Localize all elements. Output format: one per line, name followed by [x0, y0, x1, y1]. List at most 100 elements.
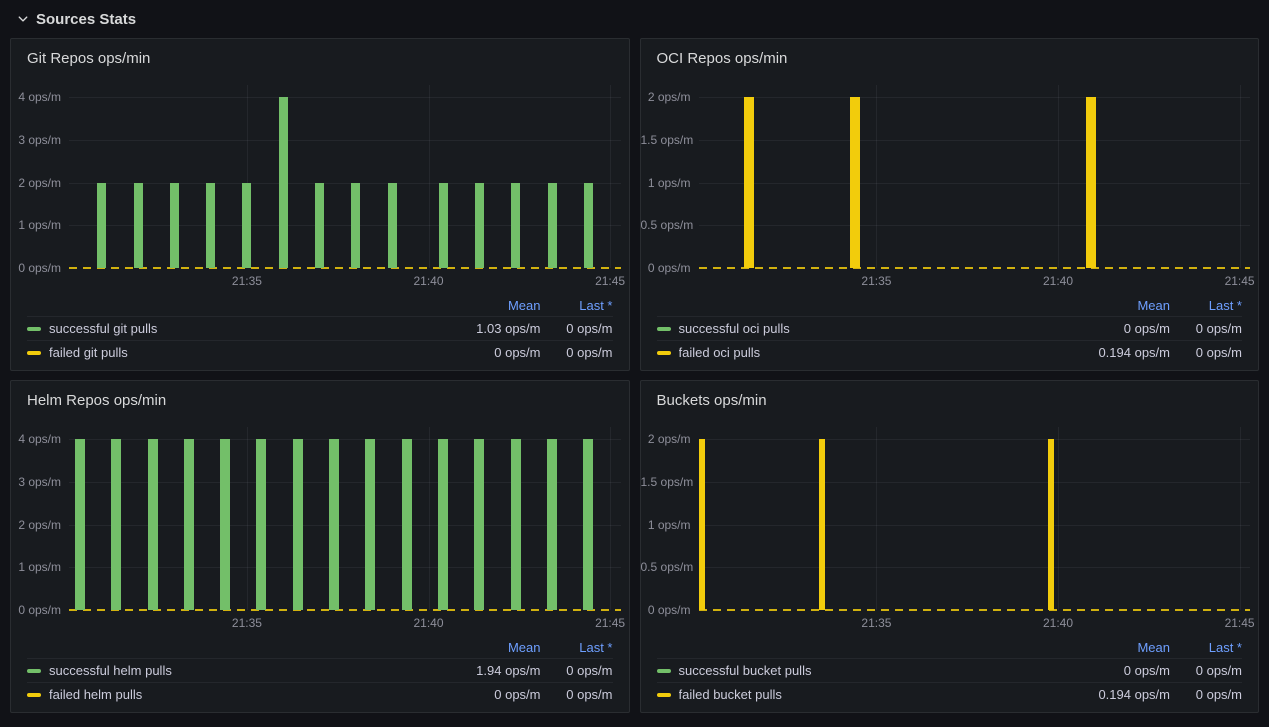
- y-axis-tick-label: 0 ops/m: [641, 260, 691, 276]
- series-color-icon: [657, 669, 671, 673]
- gridline: [610, 85, 611, 268]
- gridline: [699, 525, 1251, 526]
- panel-title[interactable]: OCI Repos ops/min: [641, 39, 1259, 77]
- series-name: successful oci pulls: [679, 321, 790, 336]
- legend-header: Mean Last *: [27, 636, 613, 658]
- gridline: [699, 140, 1251, 141]
- time-series-chart: 0 ops/m1 ops/m2 ops/m3 ops/m4 ops/m21:35…: [11, 77, 629, 294]
- legend-row: failed oci pulls 0.194 ops/m 0 ops/m: [657, 340, 1243, 364]
- row-toggle-sources-stats[interactable]: Sources Stats: [0, 0, 1269, 38]
- x-axis-tick-label: 21:35: [861, 616, 891, 630]
- bar: [438, 439, 448, 610]
- legend-sort-mean[interactable]: Mean: [1060, 298, 1170, 313]
- legend-series-toggle[interactable]: failed oci pulls: [657, 345, 1061, 360]
- bar: [242, 183, 251, 269]
- bar: [474, 439, 484, 610]
- gridline: [69, 225, 621, 226]
- series-last-value: 0 ops/m: [541, 663, 613, 678]
- bar: [850, 97, 860, 268]
- legend-sort-last[interactable]: Last *: [541, 640, 613, 655]
- legend-series-toggle[interactable]: failed git pulls: [27, 345, 431, 360]
- series-mean-value: 1.03 ops/m: [431, 321, 541, 336]
- series-mean-value: 0.194 ops/m: [1060, 345, 1170, 360]
- panel-title[interactable]: Buckets ops/min: [641, 381, 1259, 419]
- bar: [351, 183, 360, 269]
- plot-area[interactable]: [699, 85, 1251, 268]
- bar: [148, 439, 158, 610]
- y-axis-tick-label: 1.5 ops/m: [641, 474, 691, 490]
- gridline: [876, 85, 877, 268]
- y-axis-tick-label: 1 ops/m: [11, 559, 61, 575]
- legend-sort-mean[interactable]: Mean: [431, 640, 541, 655]
- panel-title[interactable]: Git Repos ops/min: [11, 39, 629, 77]
- gridline: [1240, 85, 1241, 268]
- series-color-icon: [27, 351, 41, 355]
- legend-sort-mean[interactable]: Mean: [1060, 640, 1170, 655]
- legend-row: failed bucket pulls 0.194 ops/m 0 ops/m: [657, 682, 1243, 706]
- bar: [1086, 97, 1096, 268]
- legend: Mean Last * successful oci pulls 0 ops/m…: [641, 294, 1259, 370]
- gridline: [699, 225, 1251, 226]
- legend-header: Mean Last *: [657, 636, 1243, 658]
- time-series-chart: 0 ops/m0.5 ops/m1 ops/m1.5 ops/m2 ops/m2…: [641, 77, 1259, 294]
- series-mean-value: 0 ops/m: [431, 687, 541, 702]
- legend-series-toggle[interactable]: successful oci pulls: [657, 321, 1061, 336]
- plot-area[interactable]: [69, 85, 621, 268]
- series-mean-value: 0.194 ops/m: [1060, 687, 1170, 702]
- legend: Mean Last * successful bucket pulls 0 op…: [641, 636, 1259, 712]
- x-axis-tick-label: 21:45: [1225, 616, 1255, 630]
- legend: Mean Last * successful helm pulls 1.94 o…: [11, 636, 629, 712]
- time-series-chart: 0 ops/m1 ops/m2 ops/m3 ops/m4 ops/m21:35…: [11, 419, 629, 636]
- y-axis-tick-label: 0 ops/m: [11, 260, 61, 276]
- series-last-value: 0 ops/m: [541, 321, 613, 336]
- zero-value-dashed-line: [699, 267, 1251, 269]
- legend-series-toggle[interactable]: failed bucket pulls: [657, 687, 1061, 702]
- bar: [279, 97, 288, 268]
- bar: [75, 439, 85, 610]
- bar: [256, 439, 266, 610]
- plot-area[interactable]: [69, 427, 621, 610]
- series-last-value: 0 ops/m: [541, 345, 613, 360]
- y-axis-tick-label: 3 ops/m: [11, 474, 61, 490]
- x-axis-tick-label: 21:35: [232, 274, 262, 288]
- series-mean-value: 0 ops/m: [1060, 663, 1170, 678]
- y-axis-tick-label: 4 ops/m: [11, 89, 61, 105]
- plot-area[interactable]: [699, 427, 1251, 610]
- bar: [170, 183, 179, 269]
- legend-sort-last[interactable]: Last *: [1170, 298, 1242, 313]
- panel-helm-repos: Helm Repos ops/min 0 ops/m1 ops/m2 ops/m…: [10, 380, 630, 713]
- panel-title[interactable]: Helm Repos ops/min: [11, 381, 629, 419]
- bar: [184, 439, 194, 610]
- legend: Mean Last * successful git pulls 1.03 op…: [11, 294, 629, 370]
- x-axis-tick-label: 21:40: [1043, 616, 1073, 630]
- bar: [315, 183, 324, 269]
- panel-git-repos: Git Repos ops/min 0 ops/m1 ops/m2 ops/m3…: [10, 38, 630, 371]
- legend-row: failed helm pulls 0 ops/m 0 ops/m: [27, 682, 613, 706]
- series-color-icon: [657, 693, 671, 697]
- y-axis-tick-label: 0 ops/m: [641, 602, 691, 618]
- series-last-value: 0 ops/m: [1170, 687, 1242, 702]
- legend-row: successful bucket pulls 0 ops/m 0 ops/m: [657, 658, 1243, 682]
- bar: [548, 183, 557, 269]
- y-axis-tick-label: 1 ops/m: [641, 517, 691, 533]
- bar: [819, 439, 825, 610]
- legend-row: successful oci pulls 0 ops/m 0 ops/m: [657, 316, 1243, 340]
- series-name: successful bucket pulls: [679, 663, 812, 678]
- legend-series-toggle[interactable]: successful git pulls: [27, 321, 431, 336]
- legend-series-toggle[interactable]: successful bucket pulls: [657, 663, 1061, 678]
- bar: [511, 439, 521, 610]
- legend-sort-last[interactable]: Last *: [1170, 640, 1242, 655]
- gridline: [699, 567, 1251, 568]
- legend-sort-mean[interactable]: Mean: [431, 298, 541, 313]
- bar: [699, 439, 705, 610]
- gridline: [699, 97, 1251, 98]
- legend-series-toggle[interactable]: failed helm pulls: [27, 687, 431, 702]
- bar: [583, 439, 593, 610]
- bar: [329, 439, 339, 610]
- series-name: successful helm pulls: [49, 663, 172, 678]
- legend-sort-last[interactable]: Last *: [541, 298, 613, 313]
- x-axis-tick-label: 21:45: [1225, 274, 1255, 288]
- x-axis-tick-label: 21:40: [414, 616, 444, 630]
- legend-row: successful git pulls 1.03 ops/m 0 ops/m: [27, 316, 613, 340]
- legend-series-toggle[interactable]: successful helm pulls: [27, 663, 431, 678]
